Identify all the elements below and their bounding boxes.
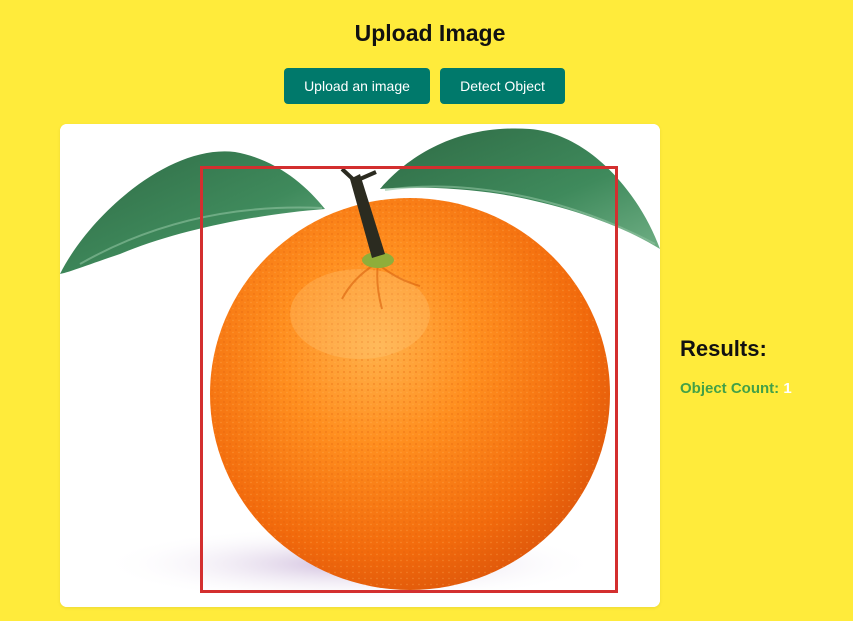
upload-image-button[interactable]: Upload an image	[284, 68, 430, 104]
results-heading: Results:	[680, 336, 767, 361]
object-count-value: 1	[783, 380, 792, 397]
image-preview	[60, 124, 660, 607]
object-count-row: Object Count: 1	[680, 380, 850, 397]
app-page: Upload Image Upload an image Detect Obje…	[0, 0, 853, 621]
page-title: Upload Image	[354, 20, 506, 46]
orange-image	[60, 124, 660, 607]
detect-object-button[interactable]: Detect Object	[440, 68, 565, 104]
object-count-label: Object Count:	[680, 380, 780, 397]
results-panel: Results: Object Count: 1	[680, 336, 850, 397]
